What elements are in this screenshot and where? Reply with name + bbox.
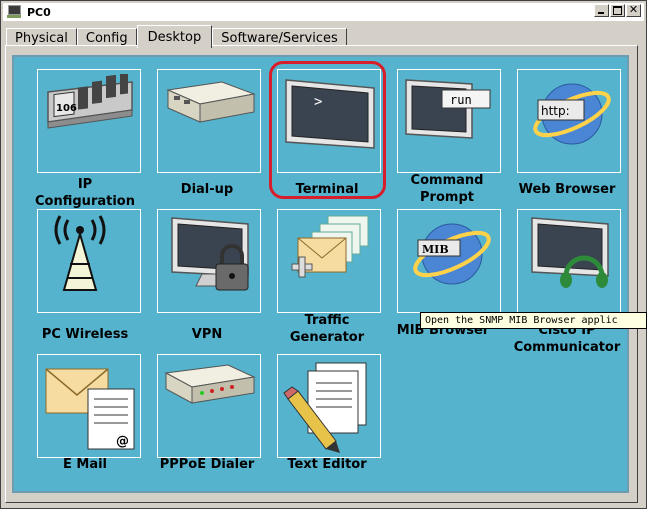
- svg-text:run: run: [450, 93, 472, 107]
- web-browser-icon: http:: [533, 83, 611, 145]
- window-title: PC0: [27, 5, 51, 19]
- ip-communicator-icon: [531, 217, 609, 288]
- modem-icon: [166, 81, 256, 123]
- title-bar[interactable]: PC0 ✕: [3, 3, 644, 21]
- command-prompt-label: Command Prompt: [410, 173, 484, 205]
- vpn-lock-icon: [171, 217, 249, 291]
- vpn-label: VPN: [191, 327, 223, 342]
- cisco-ip-communicator-tile[interactable]: [517, 209, 621, 313]
- terminal-icon: >: [285, 79, 375, 149]
- minimize-icon: [598, 12, 604, 14]
- pppoe-modem-icon: [164, 364, 256, 404]
- svg-text:MIB: MIB: [422, 243, 449, 256]
- ip-configuration-icon: 106: [47, 74, 133, 129]
- text-editor-label: Text Editor: [287, 457, 367, 472]
- tab-desktop[interactable]: Desktop: [136, 25, 213, 48]
- web-browser-label: Web Browser: [518, 182, 616, 197]
- tab-strip: Physical Config Desktop Software/Service…: [6, 25, 347, 48]
- mib-browser-tooltip: Open the SNMP MIB Browser applic: [420, 312, 647, 329]
- close-icon: ✕: [628, 3, 639, 16]
- mib-browser-icon: MIB: [413, 223, 491, 285]
- text-editor-icon: [283, 362, 367, 453]
- pppoe-dialer-label: PPPoE Dialer: [159, 457, 255, 472]
- svg-text:http:: http:: [541, 104, 570, 118]
- svg-text:>: >: [314, 94, 322, 110]
- pc-wireless-label: PC Wireless: [41, 327, 129, 342]
- maximize-icon: [613, 6, 622, 15]
- terminal-label: Terminal: [295, 182, 359, 197]
- command-prompt-tile[interactable]: run: [397, 69, 501, 173]
- text-editor-tile[interactable]: [277, 354, 381, 458]
- mib-browser-tile[interactable]: MIB: [397, 209, 501, 313]
- web-browser-tile[interactable]: http:: [517, 69, 621, 173]
- ip-configuration-label: IP Configuration: [35, 177, 135, 209]
- terminal-tile[interactable]: >: [277, 69, 381, 173]
- e-mail-label: E Mail: [62, 457, 108, 472]
- pc-icon: [7, 5, 23, 19]
- e-mail-tile[interactable]: @: [37, 354, 141, 458]
- command-prompt-icon: run: [405, 79, 491, 139]
- close-button[interactable]: ✕: [626, 3, 641, 17]
- pc-wireless-tile[interactable]: [37, 209, 141, 313]
- traffic-generator-tile[interactable]: [277, 209, 381, 313]
- svg-text:@: @: [116, 434, 129, 449]
- dial-up-tile[interactable]: [157, 69, 261, 173]
- dial-up-label: Dial-up: [180, 182, 234, 197]
- vpn-tile[interactable]: [157, 209, 261, 313]
- pppoe-dialer-tile[interactable]: [157, 354, 261, 458]
- minimize-button[interactable]: [594, 4, 609, 17]
- e-mail-icon: @: [45, 368, 135, 450]
- svg-text:106: 106: [56, 103, 77, 114]
- traffic-generator-icon: [291, 215, 369, 278]
- maximize-button[interactable]: [610, 4, 625, 17]
- window-controls: ✕: [594, 3, 641, 17]
- ip-configuration-tile[interactable]: 106: [37, 69, 141, 173]
- wireless-tower-icon: [54, 215, 106, 291]
